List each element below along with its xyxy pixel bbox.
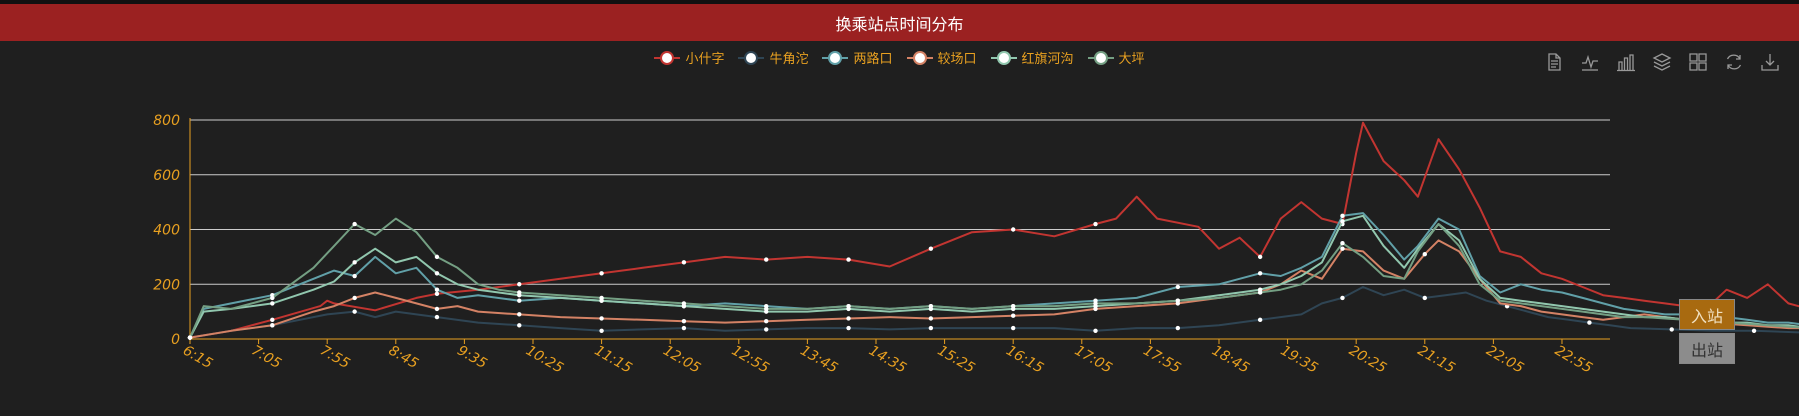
data-point xyxy=(1422,295,1427,301)
data-point xyxy=(1669,327,1674,332)
y-tick-label: 200 xyxy=(153,277,180,293)
data-point xyxy=(681,325,687,331)
y-tick-label: 800 xyxy=(153,113,180,129)
data-point xyxy=(846,316,851,321)
data-point xyxy=(517,298,522,303)
data-point xyxy=(599,328,604,333)
x-tick-label: 16:15 xyxy=(1003,343,1046,377)
data-point xyxy=(1010,313,1016,318)
data-point xyxy=(270,295,275,301)
x-tick-label: 14:35 xyxy=(866,343,909,377)
data-point xyxy=(1257,290,1263,295)
data-point xyxy=(517,290,522,295)
data-point xyxy=(434,254,440,260)
data-point xyxy=(1340,295,1345,301)
x-tick-label: 22:55 xyxy=(1552,343,1595,377)
data-point xyxy=(517,323,522,328)
data-point xyxy=(517,282,522,287)
data-point xyxy=(764,319,769,324)
x-tick-label: 22:05 xyxy=(1483,343,1526,377)
y-tick-label: 600 xyxy=(153,168,180,184)
data-point xyxy=(270,317,275,323)
data-point xyxy=(1422,251,1427,257)
data-point xyxy=(434,271,440,276)
data-point xyxy=(1093,221,1098,227)
data-point xyxy=(1175,284,1181,290)
data-point xyxy=(517,312,522,317)
data-point xyxy=(764,306,769,312)
data-point xyxy=(681,301,687,306)
data-point xyxy=(270,301,275,306)
x-tick-label: 15:25 xyxy=(935,343,978,377)
data-point xyxy=(928,325,934,331)
x-tick-label: 21:15 xyxy=(1415,343,1458,377)
x-tick-label: 7:05 xyxy=(249,343,284,373)
data-point xyxy=(434,314,440,320)
data-point xyxy=(1340,219,1345,224)
data-point xyxy=(599,316,604,321)
data-point xyxy=(434,291,440,297)
data-point xyxy=(764,327,769,332)
x-tick-label: 6:15 xyxy=(180,343,215,373)
x-tick-label: 13:45 xyxy=(797,343,840,377)
data-point xyxy=(928,246,934,251)
data-point xyxy=(270,323,275,328)
data-point xyxy=(1093,328,1098,333)
data-point xyxy=(1340,213,1345,219)
data-point xyxy=(681,260,687,265)
outbound-button[interactable]: 出站 xyxy=(1679,333,1735,364)
data-point xyxy=(1093,301,1098,306)
x-tick-label: 20:25 xyxy=(1346,343,1389,377)
data-point xyxy=(846,325,851,331)
x-tick-label: 17:05 xyxy=(1072,343,1115,377)
data-point xyxy=(599,295,604,301)
data-point xyxy=(352,273,357,279)
data-point xyxy=(1175,298,1181,303)
data-point xyxy=(1587,320,1592,325)
y-tick-label: 400 xyxy=(153,223,180,239)
data-point xyxy=(352,260,357,265)
data-point xyxy=(1340,240,1345,246)
data-point xyxy=(434,306,440,312)
data-point xyxy=(928,316,934,321)
x-tick-label: 12:55 xyxy=(729,343,772,377)
data-point xyxy=(352,309,357,314)
x-tick-label: 8:45 xyxy=(386,343,421,373)
data-point xyxy=(1010,325,1016,331)
x-tick-label: 19:35 xyxy=(1278,343,1321,377)
x-tick-label: 11:15 xyxy=(592,343,635,377)
data-point xyxy=(764,257,769,262)
data-point xyxy=(1751,328,1757,333)
data-point xyxy=(1257,254,1263,260)
data-point xyxy=(928,303,934,309)
x-tick-label: 9:35 xyxy=(454,343,489,373)
data-point xyxy=(434,287,440,292)
x-tick-label: 18:45 xyxy=(1209,343,1252,377)
data-point xyxy=(1257,271,1263,276)
x-tick-label: 17:55 xyxy=(1140,343,1183,377)
series-line xyxy=(189,239,1799,339)
data-point xyxy=(1010,303,1016,309)
series-line xyxy=(189,212,1799,339)
y-tick-label: 0 xyxy=(171,332,180,348)
data-point xyxy=(1010,227,1016,232)
data-point xyxy=(1340,246,1345,251)
x-tick-label: 7:55 xyxy=(317,343,352,373)
line-chart: 0 200 400 600 800 6:15 7:05 7:55 8:45 9:35 10:25 11… xyxy=(153,113,1799,377)
x-tick-label: 10:25 xyxy=(523,343,566,377)
data-point xyxy=(1257,317,1263,323)
data-point xyxy=(352,221,357,227)
data-point xyxy=(846,257,851,262)
data-point xyxy=(352,295,357,301)
data-point xyxy=(599,271,604,276)
data-point xyxy=(846,303,851,309)
data-point xyxy=(681,319,687,324)
inbound-button[interactable]: 入站 xyxy=(1679,299,1735,330)
data-point xyxy=(1175,325,1181,331)
x-tick-label: 12:05 xyxy=(660,343,703,377)
data-point xyxy=(187,335,193,340)
